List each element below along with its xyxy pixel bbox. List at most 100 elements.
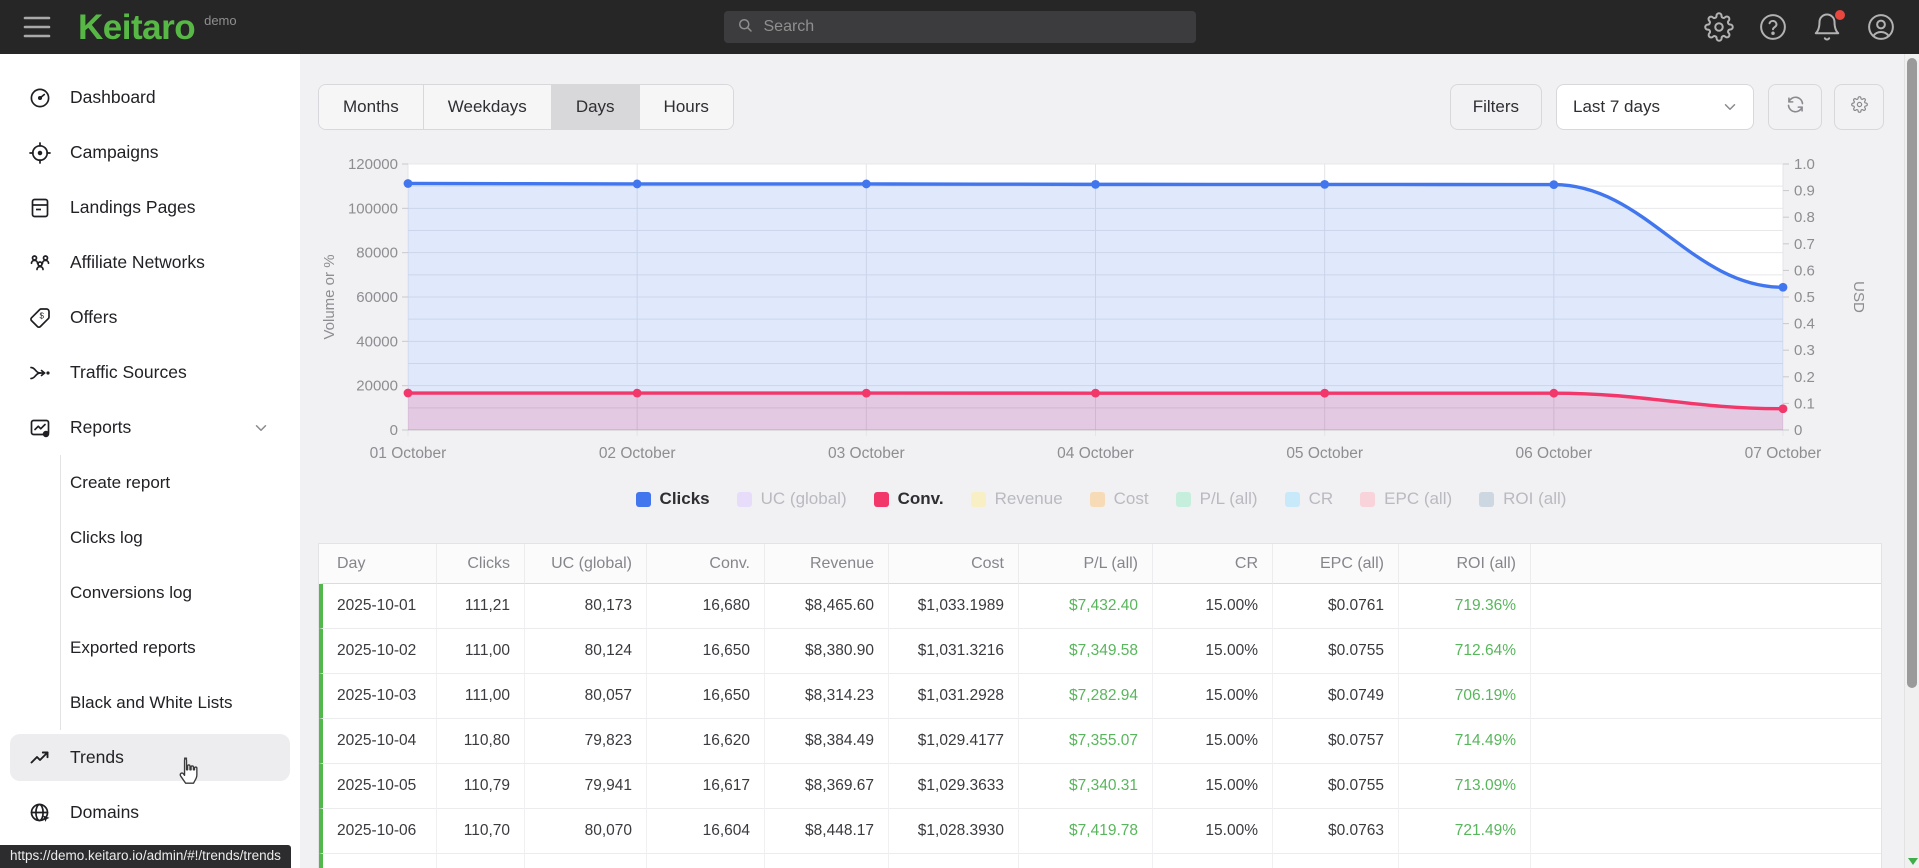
page-scrollbar[interactable] xyxy=(1904,54,1919,868)
x-axis-tick-label: 05 October xyxy=(1286,445,1363,462)
svg-text:$: $ xyxy=(40,311,45,320)
refresh-icon xyxy=(1785,94,1806,120)
price-tag-icon: $ xyxy=(28,306,52,330)
settings-gear-icon[interactable] xyxy=(1704,11,1735,43)
scroll-down-arrow-icon[interactable] xyxy=(1908,858,1918,865)
table-row[interactable]: 2025-10-07 11,48 11,457 2,446 $1,233.34 … xyxy=(319,854,1881,868)
sidebar-item-domains[interactable]: Domains xyxy=(0,785,300,840)
granularity-tab[interactable]: Hours xyxy=(639,85,733,129)
table-row[interactable]: 2025-10-02 111,00 80,124 16,650 $8,380.9… xyxy=(319,629,1881,674)
granularity-tab[interactable]: Weekdays xyxy=(423,85,552,129)
legend-item[interactable]: Revenue xyxy=(970,489,1063,509)
col-header-cr[interactable]: CR xyxy=(1153,544,1273,584)
right-axis-tick-label: 0.5 xyxy=(1794,289,1815,306)
sidebar-subitem[interactable]: Black and White Lists xyxy=(61,675,300,730)
cell-day: 2025-10-05 xyxy=(319,764,437,809)
cell-uc: 79,941 xyxy=(525,764,647,809)
col-header-clicks[interactable]: Clicks xyxy=(437,544,525,584)
legend-item[interactable]: ROI (all) xyxy=(1479,489,1566,509)
col-header-epc[interactable]: EPC (all) xyxy=(1273,544,1399,584)
sidebar-subitem[interactable]: Create report xyxy=(61,455,300,510)
chart-settings-button[interactable] xyxy=(1834,84,1884,130)
data-point[interactable] xyxy=(1549,180,1559,190)
topbar: Keitaro demo xyxy=(0,0,1919,54)
legend-item[interactable]: EPC (all) xyxy=(1360,489,1452,509)
hamburger-menu-icon[interactable] xyxy=(22,13,54,41)
cell-revenue: $8,369.67 xyxy=(765,764,889,809)
legend-label: P/L (all) xyxy=(1199,489,1258,508)
legend-item[interactable]: Clicks xyxy=(635,489,710,509)
global-search[interactable] xyxy=(723,11,1196,43)
legend-item[interactable]: CR xyxy=(1284,489,1333,509)
data-point[interactable] xyxy=(861,388,871,398)
col-header-day[interactable]: Day xyxy=(319,544,437,584)
data-point[interactable] xyxy=(1320,388,1330,398)
cell-conv: 16,604 xyxy=(647,809,765,854)
cell-cost: $1,028.3930 xyxy=(889,809,1019,854)
search-input[interactable] xyxy=(763,18,1184,36)
data-point[interactable] xyxy=(632,179,642,189)
col-header-conv[interactable]: Conv. xyxy=(647,544,765,584)
sidebar-item-campaigns[interactable]: Campaigns xyxy=(0,125,300,180)
account-icon[interactable] xyxy=(1866,12,1897,43)
sidebar-item-landings[interactable]: Landings Pages xyxy=(0,180,300,235)
data-point[interactable] xyxy=(403,388,413,398)
trends-chart-svg[interactable]: Volume or % USD 01 October 02 October 03 O… xyxy=(318,150,1868,472)
sidebar-item-dashboard[interactable]: Dashboard xyxy=(0,70,300,125)
col-header-pl[interactable]: P/L (all) xyxy=(1019,544,1153,584)
table-row[interactable]: 2025-10-01 111,21 80,173 16,680 $8,465.6… xyxy=(319,584,1881,629)
sidebar-item-reports[interactable]: Reports xyxy=(0,400,300,455)
filters-button[interactable]: Filters xyxy=(1449,84,1542,130)
data-point[interactable] xyxy=(403,179,413,188)
y-axis-tick-label: 60000 xyxy=(356,289,398,306)
data-point[interactable] xyxy=(1091,388,1100,398)
x-axis-tick-label: 03 October xyxy=(828,445,905,462)
data-point[interactable] xyxy=(632,388,642,398)
table-row[interactable]: 2025-10-05 110,79 79,941 16,617 $8,369.6… xyxy=(319,764,1881,809)
sidebar-item-label: Domains xyxy=(70,802,140,822)
data-point[interactable] xyxy=(1091,179,1100,189)
cell-roi: 714.49% xyxy=(1399,719,1531,764)
scrollbar-thumb[interactable] xyxy=(1907,58,1917,688)
chevron-down-icon xyxy=(252,419,270,437)
legend-swatch xyxy=(873,491,889,507)
legend-item[interactable]: Cost xyxy=(1089,489,1149,509)
sidebar-item-label: Reports xyxy=(70,417,132,437)
sidebar-item-offers[interactable]: $ Offers xyxy=(0,290,300,345)
data-point[interactable] xyxy=(1778,282,1788,292)
data-point[interactable] xyxy=(1549,388,1559,398)
brand[interactable]: Keitaro demo xyxy=(78,10,237,45)
col-header-uc[interactable]: UC (global) xyxy=(525,544,647,584)
data-point[interactable] xyxy=(1778,404,1788,414)
table-row[interactable]: 2025-10-06 110,70 80,070 16,604 $8,448.1… xyxy=(319,809,1881,854)
refresh-button[interactable] xyxy=(1768,84,1822,130)
main-content: Months Weekdays Days Hours Filters Last … xyxy=(300,54,1904,868)
col-header-roi[interactable]: ROI (all) xyxy=(1399,544,1531,584)
table-row[interactable]: 2025-10-03 111,00 80,057 16,650 $8,314.2… xyxy=(319,674,1881,719)
sidebar-subitem[interactable]: Exported reports xyxy=(61,620,300,675)
granularity-tab[interactable]: Months xyxy=(319,85,424,129)
col-header-revenue[interactable]: Revenue xyxy=(765,544,889,584)
cell-uc: 80,070 xyxy=(525,809,647,854)
sidebar-subitem[interactable]: Clicks log xyxy=(61,510,300,565)
table-row[interactable]: 2025-10-04 110,80 79,823 16,620 $8,384.4… xyxy=(319,719,1881,764)
data-point[interactable] xyxy=(861,179,871,189)
date-range-select[interactable]: Last 7 days xyxy=(1556,84,1754,130)
sidebar-item-affiliate-networks[interactable]: Affiliate Networks xyxy=(0,235,300,290)
trends-chart[interactable]: Volume or % USD 01 October 02 October 03 O… xyxy=(318,150,1884,477)
help-icon[interactable] xyxy=(1758,12,1789,43)
legend-item[interactable]: UC (global) xyxy=(736,489,847,509)
legend-item[interactable]: Conv. xyxy=(873,489,944,509)
legend-item[interactable]: P/L (all) xyxy=(1175,489,1258,509)
sidebar-subitem[interactable]: Conversions log xyxy=(61,565,300,620)
data-point[interactable] xyxy=(1320,180,1330,189)
col-header-cost[interactable]: Cost xyxy=(889,544,1019,584)
sidebar-item-traffic-sources[interactable]: Traffic Sources xyxy=(0,345,300,400)
sidebar-item-trends[interactable]: Trends xyxy=(10,734,290,781)
right-axis-tick-label: 1.0 xyxy=(1794,156,1815,173)
cell-conv: 16,650 xyxy=(647,629,765,674)
cell-cost: $1,031.3216 xyxy=(889,629,1019,674)
cell-revenue: $8,314.23 xyxy=(765,674,889,719)
notifications-bell-icon[interactable] xyxy=(1812,9,1845,43)
granularity-tab[interactable]: Days xyxy=(551,85,640,129)
